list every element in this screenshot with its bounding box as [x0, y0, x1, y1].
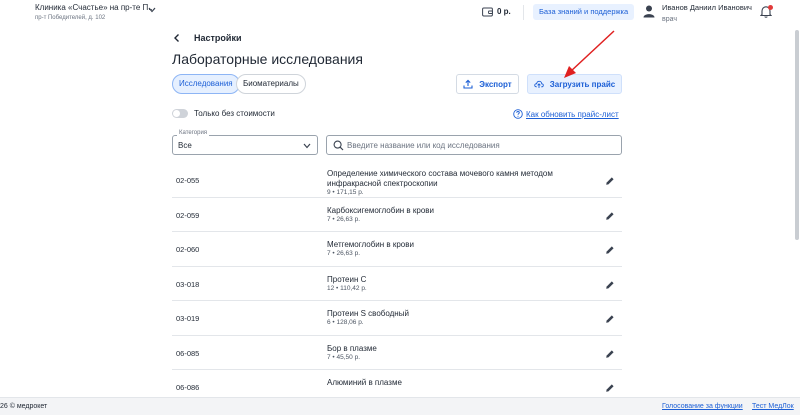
upload-price-label: Загрузить прайс [549, 79, 616, 89]
clinic-selector[interactable]: Клиника «Счастье» на пр-те П... пр-т Поб… [35, 3, 155, 22]
upload-price-button[interactable]: Загрузить прайс [527, 74, 622, 94]
search-field [326, 135, 622, 155]
study-name: Протеин С [327, 274, 367, 284]
cloud-upload-icon [534, 80, 544, 88]
no-price-toggle[interactable] [172, 109, 188, 118]
study-code: 03-019 [176, 314, 200, 323]
copyright: 26 © медрокет [0, 403, 48, 410]
study-meta: 7 • 26,63 р. [327, 250, 360, 257]
user-name: Иванов Даниил Иванович [662, 3, 752, 12]
back-label: Настройки [194, 33, 242, 43]
chevron-down-icon[interactable] [148, 7, 156, 13]
study-code: 06-086 [176, 383, 200, 392]
table-row[interactable]: 06-085 Бор в плазме 7 • 45,50 р. [172, 336, 622, 370]
top-bar: Клиника «Счастье» на пр-те П... пр-т Поб… [0, 0, 800, 25]
user-icon [643, 5, 655, 18]
category-value: Все [178, 141, 192, 150]
studies-list: 02-055 Определение химического состава м… [172, 163, 622, 405]
footer: 26 © медрокет Голосование за функции Тес… [0, 397, 800, 415]
table-row[interactable]: 02-060 Метгемоглобин в крови 7 • 26,63 р… [172, 232, 622, 267]
user-menu[interactable]: Иванов Даниил Иванович врач [662, 4, 752, 23]
study-code: 02-055 [176, 176, 200, 185]
study-meta: 6 • 128,06 р. [327, 319, 364, 326]
export-label: Экспорт [479, 79, 512, 89]
test-link[interactable]: Тест МедЛок [752, 403, 794, 410]
scrollbar-thumb[interactable] [795, 30, 799, 240]
price-help-link[interactable]: Как обновить прайс-лист [513, 109, 619, 119]
table-row[interactable]: 02-055 Определение химического состава м… [172, 163, 622, 198]
study-name: Определение химического состава мочевого… [327, 169, 553, 188]
clinic-name: Клиника «Счастье» на пр-те П... [35, 3, 155, 12]
category-legend: Категория [177, 130, 210, 136]
wallet-icon [482, 7, 493, 17]
divider [523, 5, 524, 20]
tab-biomaterials[interactable]: Биоматериалы [236, 74, 306, 94]
chevron-down-icon [303, 143, 311, 149]
page-title: Лабораторные исследования [172, 51, 363, 67]
back-link[interactable]: Настройки [172, 33, 241, 43]
knowledge-base-button[interactable]: База знаний и поддержка [533, 4, 635, 20]
notification-badge [768, 5, 773, 10]
tab-studies[interactable]: Исследования [172, 74, 240, 94]
price-help-label: Как обновить прайс-лист [526, 109, 619, 119]
annotation-arrow-icon [564, 30, 615, 78]
pencil-icon[interactable] [605, 314, 615, 324]
pencil-icon[interactable] [605, 349, 615, 359]
balance-value: 0 р. [497, 7, 511, 16]
export-button[interactable]: Экспорт [456, 74, 519, 94]
clinic-address: пр-т Победителей, д. 102 [35, 15, 106, 21]
pencil-icon[interactable] [605, 176, 615, 186]
pencil-icon[interactable] [605, 280, 615, 290]
pencil-icon[interactable] [605, 383, 615, 393]
user-role: врач [662, 15, 677, 23]
no-price-toggle-label: Только без стоимости [194, 109, 275, 118]
study-code: 02-060 [176, 245, 200, 254]
pencil-icon[interactable] [605, 245, 615, 255]
vote-link[interactable]: Голосование за функции [662, 403, 743, 410]
study-name: Алюминий в плазме [327, 378, 402, 387]
study-name: Протеин S свободный [327, 309, 409, 318]
table-row[interactable]: 03-019 Протеин S свободный 6 • 128,06 р. [172, 301, 622, 336]
study-meta: 9 • 171,15 р. [327, 189, 364, 196]
category-select[interactable]: Категория Все [172, 130, 318, 155]
study-code: 03-018 [176, 279, 200, 289]
pencil-icon[interactable] [605, 211, 615, 221]
study-name: Метгемоглобин в крови [327, 240, 414, 249]
study-meta: 12 • 110,42 р. [327, 284, 367, 292]
study-code: 02-059 [176, 210, 200, 220]
search-input[interactable] [347, 139, 617, 152]
question-icon [513, 109, 523, 119]
study-name: Карбоксигемоглобин в крови [327, 205, 435, 215]
study-meta: 7 • 26,63 р. [327, 215, 360, 223]
table-row[interactable]: 03-018 Протеин С 12 • 110,42 р. [172, 267, 622, 301]
table-row[interactable]: 02-059 Карбоксигемоглобин в крови 7 • 26… [172, 198, 622, 232]
study-name: Бор в плазме [327, 343, 377, 353]
study-meta: 7 • 45,50 р. [327, 353, 360, 361]
study-code: 06-085 [176, 348, 200, 358]
upload-icon [463, 79, 473, 89]
search-icon [333, 140, 344, 151]
chevron-left-icon [174, 34, 179, 42]
